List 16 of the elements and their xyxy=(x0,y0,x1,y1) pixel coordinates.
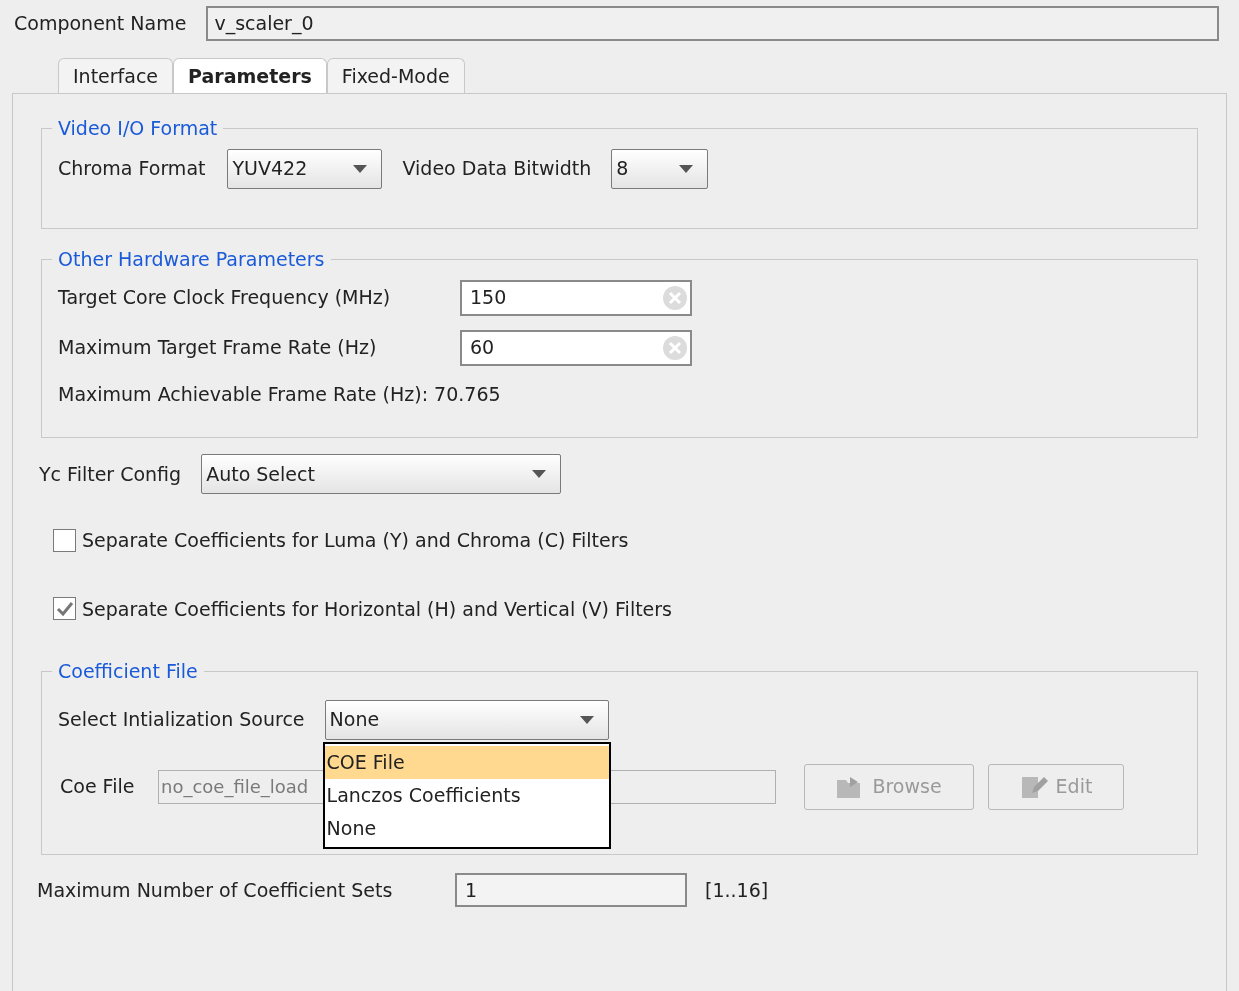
field-label: Select Intialization Source xyxy=(58,707,305,733)
field-label: Video Data Bitwidth xyxy=(402,156,592,182)
frame-rate-text: Maximum Achievable Frame Rate (Hz): 70.765 xyxy=(58,381,502,407)
group-title: Video I/O Format xyxy=(57,116,219,141)
field-label: Maximum Number of Coefficient Sets xyxy=(37,877,394,903)
group-title: Coefficient File xyxy=(57,659,199,684)
group-title: Other Hardware Parameters xyxy=(57,247,326,272)
field-label: Coe File xyxy=(60,774,136,800)
field-label: Maximum Target Frame Rate (Hz) xyxy=(58,335,378,361)
field-label: Component Name xyxy=(14,10,187,36)
checkbox-label: Separate Coefficients for Luma (Y) and Chroma (C) Filters xyxy=(82,528,629,553)
range-text: [1..16] xyxy=(705,877,769,903)
checkbox-label: Separate Coefficients for Horizontal (H) and Vertical (V) Filters xyxy=(82,596,672,622)
field-label: Chroma Format xyxy=(58,156,206,182)
field-label: Yc Filter Config xyxy=(39,461,182,487)
field-label: Target Core Clock Frequency (MHz) xyxy=(58,285,392,311)
